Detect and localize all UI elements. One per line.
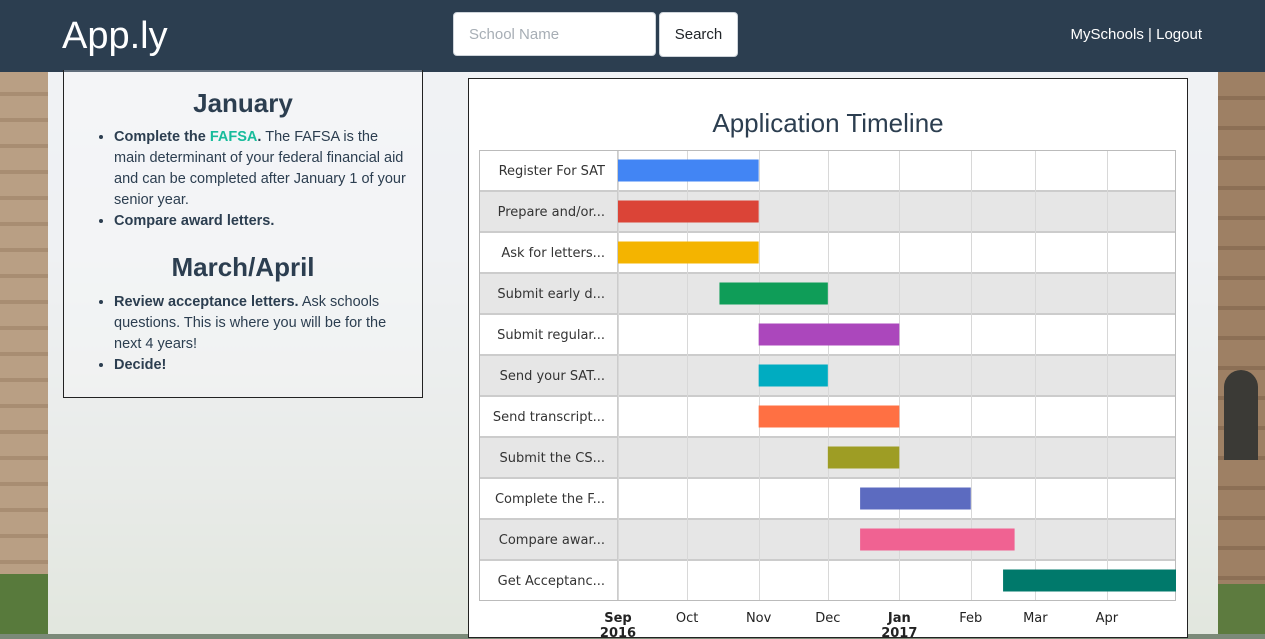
search-button[interactable]: Search xyxy=(659,12,738,57)
school-search-input[interactable] xyxy=(453,12,656,56)
task-bold-period: . xyxy=(257,129,262,145)
task-bar[interactable] xyxy=(719,282,828,305)
task-label: Compare awar... xyxy=(499,533,605,548)
task-bold-text: Compare award letters. xyxy=(114,213,275,229)
task-label: Register For SAT xyxy=(499,164,605,179)
march-april-heading: March/April xyxy=(171,252,315,282)
task-label: Send your SAT... xyxy=(500,369,605,384)
task-bold-text: Complete the xyxy=(114,129,206,145)
task-bar[interactable] xyxy=(860,528,1015,551)
task-label: Submit regular... xyxy=(497,328,605,343)
fafsa-link[interactable]: FAFSA xyxy=(210,129,258,145)
task-bar[interactable] xyxy=(827,446,900,469)
x-tick-label: Mar xyxy=(1023,611,1048,626)
task-bar[interactable] xyxy=(618,241,759,264)
x-tick-label: Feb xyxy=(959,611,982,626)
logout-link[interactable]: Logout xyxy=(1156,26,1202,43)
building-right xyxy=(1218,70,1265,634)
task-bar[interactable] xyxy=(758,405,900,428)
gantt-chart: Register For SAT Prepare and/or... Ask for… xyxy=(479,150,1176,639)
january-task-list: Complete the FAFSA. The FAFSA is the mai… xyxy=(64,127,406,232)
list-item: Complete the FAFSA. The FAFSA is the mai… xyxy=(114,127,406,211)
task-bold-text: Decide! xyxy=(114,357,167,373)
timeline-steps-panel: January Complete the FAFSA. The FAFSA is… xyxy=(63,70,423,398)
building-left xyxy=(0,70,48,634)
x-tick-label: Apr xyxy=(1096,611,1119,626)
task-bar[interactable] xyxy=(618,200,759,223)
list-item: Decide! xyxy=(114,355,406,376)
task-label: Prepare and/or... xyxy=(498,205,605,220)
january-heading: January xyxy=(193,88,293,118)
task-label: Get Acceptanc... xyxy=(498,574,605,589)
application-timeline-panel: Application Timeline Register For SAT Pre… xyxy=(468,78,1188,639)
x-tick-year-label: 2017 xyxy=(881,626,917,639)
march-april-task-list: Review acceptance letters. Ask schools q… xyxy=(64,292,406,376)
task-label: Submit early d... xyxy=(497,287,605,302)
x-tick-label: Nov xyxy=(746,611,772,626)
task-bar[interactable] xyxy=(758,323,900,346)
x-tick-label: Oct xyxy=(676,611,698,626)
x-tick-label: Sep xyxy=(604,611,632,626)
navbar: App.ly Search MySchools | Logout xyxy=(0,0,1265,72)
x-tick-label: Jan xyxy=(887,611,911,626)
x-tick-label: Dec xyxy=(815,611,840,626)
list-item: Review acceptance letters. Ask schools q… xyxy=(114,292,406,355)
task-bold-text: Review acceptance letters. xyxy=(114,294,299,310)
task-label: Submit the CS... xyxy=(500,451,605,466)
task-label: Send transcript... xyxy=(493,410,605,425)
x-tick-year-label: 2016 xyxy=(600,626,636,639)
myschools-link[interactable]: MySchools xyxy=(1071,26,1144,43)
brand-logo[interactable]: App.ly xyxy=(62,14,168,58)
task-bar[interactable] xyxy=(860,487,971,510)
task-label: Ask for letters... xyxy=(501,246,605,261)
chart-title: Application Timeline xyxy=(712,108,944,138)
nav-separator: | xyxy=(1148,26,1152,43)
list-item: Compare award letters. xyxy=(114,211,406,232)
task-label: Complete the F... xyxy=(495,492,605,507)
task-bar[interactable] xyxy=(1003,569,1176,592)
task-bar[interactable] xyxy=(618,159,759,182)
task-bar[interactable] xyxy=(758,364,828,387)
nav-links: MySchools | Logout xyxy=(1071,25,1203,45)
